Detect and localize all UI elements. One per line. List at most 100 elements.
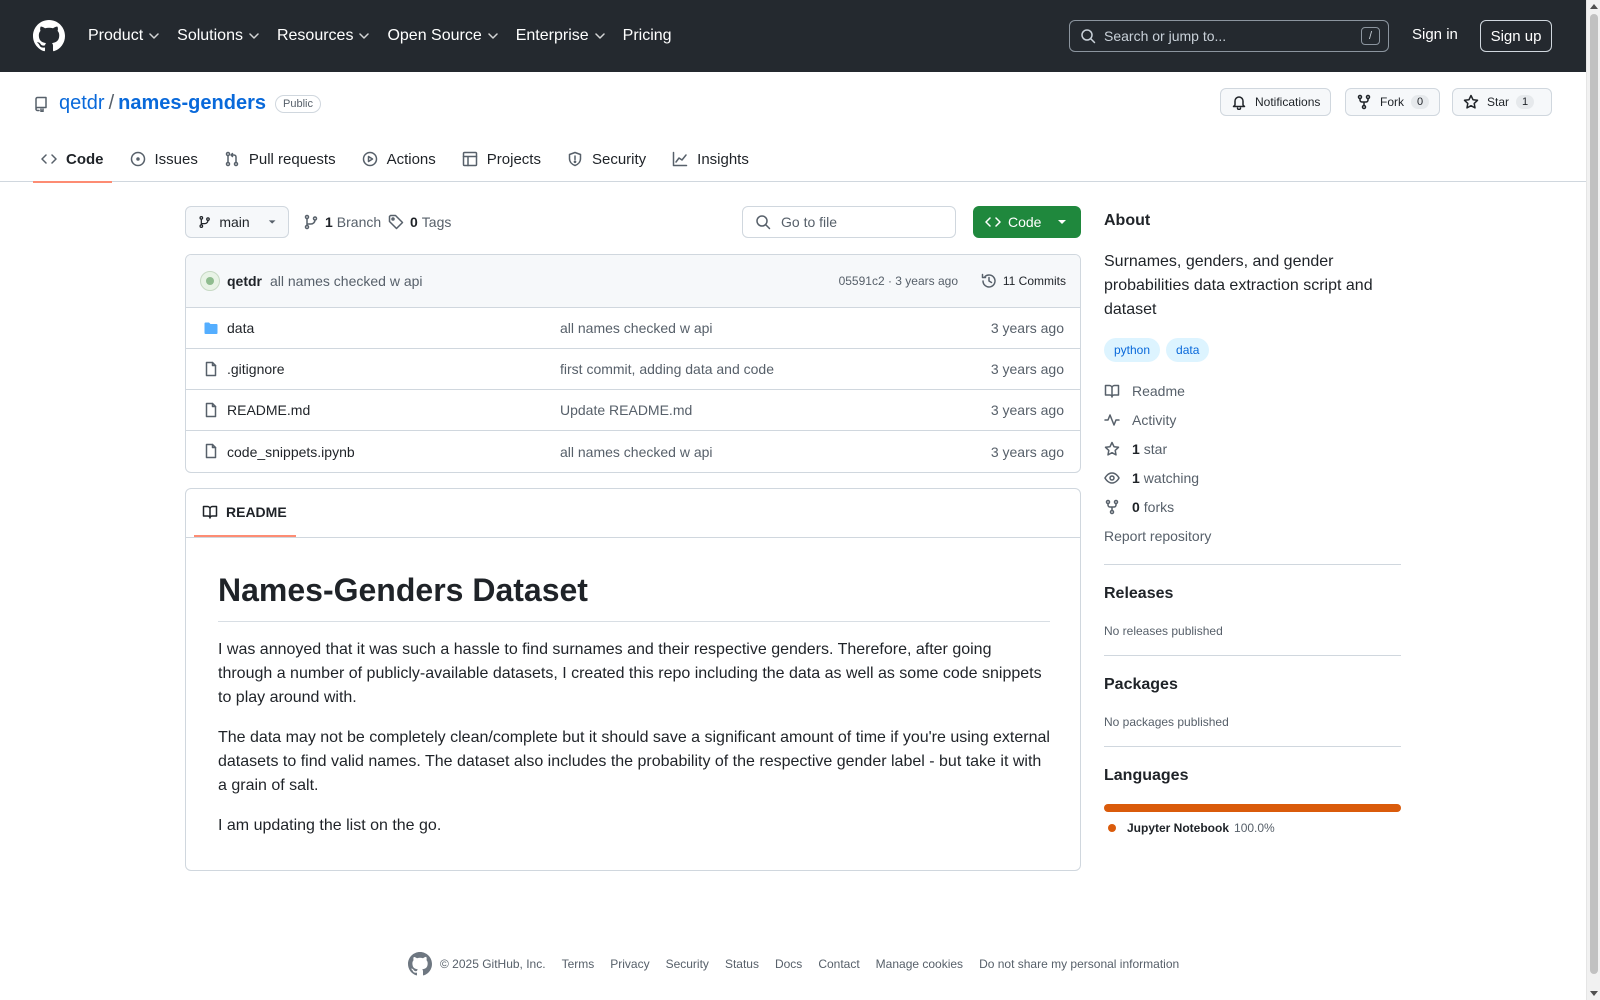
footer-link-do-not-share[interactable]: Do not share my personal information [979,957,1179,971]
folder-icon [204,322,218,334]
file-name[interactable]: .gitignore [227,361,285,377]
forks-link[interactable]: 0 forks [1104,499,1174,515]
nav-product[interactable]: Product [88,27,160,45]
eye-icon [1104,472,1120,484]
watchers-link[interactable]: 1 watching [1104,470,1199,486]
readme-tab[interactable]: README [194,489,296,537]
page-scrollbar[interactable] [1586,0,1600,1000]
about-description: Surnames, genders, and gender probabilit… [1104,253,1373,318]
tab-pull-requests[interactable]: Pull requests [216,147,344,183]
go-to-file-input[interactable]: Go to file [742,206,956,238]
readme-panel: README Names-Genders Dataset I was annoy… [185,488,1081,871]
language-color-dot [1108,824,1116,832]
footer-link-privacy[interactable]: Privacy [610,957,649,971]
scroll-down-arrow[interactable] [1590,991,1598,996]
tags-link[interactable]: 0 Tags [388,206,451,238]
readme-paragraph: The data may not be completely clean/com… [218,729,1050,794]
file-name[interactable]: README.md [227,402,310,418]
report-repository-link[interactable]: Report repository [1104,528,1211,544]
tab-code[interactable]: Code [33,147,112,183]
file-name[interactable]: data [227,320,254,336]
commit-hash-age[interactable]: 05591c2 · 3 years ago [839,274,958,288]
file-icon [205,361,217,377]
repo-separator: / [108,92,115,114]
file-row[interactable]: .gitignore first commit, adding data and … [186,349,1080,390]
global-header: Product Solutions Resources Open Source … [0,0,1586,72]
branch-select[interactable]: main [185,206,289,238]
file-age: 3 years ago [990,402,1064,418]
footer-link-security[interactable]: Security [666,957,709,971]
play-icon [362,151,377,167]
footer-link-terms[interactable]: Terms [562,957,595,971]
avatar[interactable] [200,271,220,291]
commit-author[interactable]: qetdr [227,273,262,289]
file-row[interactable]: code_snippets.ipynb all names checked w a… [186,431,1080,472]
github-logo-icon[interactable] [408,952,432,976]
readme-paragraph: I was annoyed that it was such a hassle … [218,641,1042,706]
commits-history-link[interactable]: 11 Commits [981,273,1066,289]
repo-owner-link[interactable]: qetdr [59,92,105,115]
branches-link[interactable]: 1 Branch [303,206,381,238]
tab-issues[interactable]: Issues [122,147,206,183]
readme-link[interactable]: Readme [1104,383,1185,399]
file-age: 3 years ago [990,361,1064,377]
footer-link-manage-cookies[interactable]: Manage cookies [876,957,963,971]
global-nav: Product Solutions Resources Open Source … [88,27,689,45]
nav-pricing[interactable]: Pricing [623,27,672,45]
footer-link-status[interactable]: Status [725,957,759,971]
repo-name-link[interactable]: names-genders [118,92,266,115]
packages-heading[interactable]: Packages [1104,676,1178,694]
fork-button[interactable]: Fork 0 [1345,88,1441,116]
file-row[interactable]: data all names checked w api 3 years ago [186,308,1080,349]
language-item[interactable]: Jupyter Notebook 100.0% [1108,821,1275,835]
branch-icon [199,215,210,229]
topic-tag[interactable]: python [1104,338,1161,362]
divider [1104,746,1401,747]
nav-open-source[interactable]: Open Source [387,27,498,45]
sign-in-link[interactable]: Sign in [1412,26,1458,43]
scroll-thumb[interactable] [1590,14,1598,974]
search-icon [756,215,771,230]
file-commit-message[interactable]: all names checked w api [560,320,713,336]
tab-insights[interactable]: Insights [664,147,757,183]
tab-actions[interactable]: Actions [354,147,444,183]
nav-resources[interactable]: Resources [277,27,370,45]
star-icon [1104,441,1120,456]
file-name[interactable]: code_snippets.ipynb [227,444,355,460]
sign-up-button[interactable]: Sign up [1480,20,1552,52]
activity-link[interactable]: Activity [1104,412,1176,428]
star-button[interactable]: Star 1 [1452,88,1552,116]
bell-icon [1232,96,1246,110]
repo-tabs: Code Issues Pull requests Actions Projec… [33,147,767,183]
tab-security[interactable]: Security [559,147,654,183]
history-icon [981,273,996,288]
file-commit-message[interactable]: first commit, adding data and code [560,361,774,377]
nav-solutions[interactable]: Solutions [177,27,260,45]
search-shortcut-key: / [1361,27,1380,45]
commit-message[interactable]: all names checked w api [270,273,423,289]
github-logo-icon[interactable] [33,20,65,52]
star-icon [1463,94,1479,109]
file-commit-message[interactable]: Update README.md [560,402,692,418]
scroll-up-arrow[interactable] [1590,4,1598,9]
chevron-down-icon [249,33,259,39]
file-age: 3 years ago [990,443,1064,460]
code-dropdown-button[interactable]: Code [973,206,1081,238]
branch-bar: main 1 Branch 0 Tags Go to file Code [185,206,1081,238]
stars-link[interactable]: 1 star [1104,441,1167,457]
pulse-icon [1104,414,1120,426]
code-icon [41,154,57,164]
global-search-input[interactable]: Search or jump to... / [1069,20,1389,52]
footer-link-docs[interactable]: Docs [775,957,802,971]
file-age: 3 years ago [990,320,1064,336]
tab-projects[interactable]: Projects [454,147,549,183]
file-row[interactable]: README.md Update README.md 3 years ago [186,390,1080,431]
footer-link-contact[interactable]: Contact [818,957,859,971]
nav-enterprise[interactable]: Enterprise [516,27,606,45]
notifications-button[interactable]: Notifications [1220,88,1332,116]
chevron-down-icon [487,33,498,39]
file-commit-message[interactable]: all names checked w api [560,444,713,460]
readme-paragraph: I am updating the list on the go. [218,817,442,834]
topic-tag[interactable]: data [1166,338,1210,362]
releases-heading[interactable]: Releases [1104,585,1173,603]
